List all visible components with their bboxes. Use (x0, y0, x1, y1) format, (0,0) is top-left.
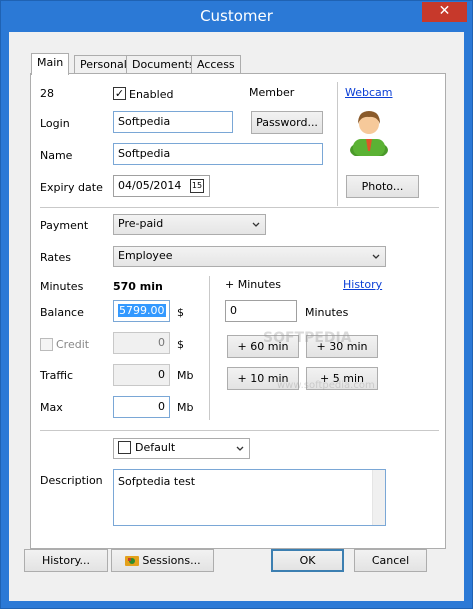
divider-2 (40, 430, 439, 431)
close-icon: ✕ (438, 3, 451, 19)
add-minutes-unit: Minutes (305, 306, 349, 319)
rates-select[interactable]: Employee (113, 246, 386, 267)
balance-label: Balance (40, 306, 84, 319)
add-minutes-label: + Minutes (225, 278, 282, 291)
balance-unit: $ (177, 306, 184, 319)
name-label: Name (40, 149, 73, 162)
tab-main-label: Main (37, 56, 64, 69)
default-value: Default (135, 441, 176, 454)
default-color-swatch (118, 440, 131, 454)
balance-field[interactable]: 5799.00 (113, 300, 170, 322)
minutes-divider (209, 276, 210, 420)
watermark-logo: SOFTPEDIA (263, 330, 352, 346)
tab-documents[interactable]: Documents (126, 55, 201, 74)
chevron-down-icon (372, 254, 380, 259)
dialog-client-area: Main Personal Documents Access 28 ✓ Enab… (9, 32, 464, 601)
photo-button[interactable]: Photo... (346, 175, 419, 198)
rates-label: Rates (40, 251, 71, 264)
calendar-icon[interactable]: 15 (190, 179, 204, 193)
avatar-divider (337, 82, 338, 206)
history-link[interactable]: History (343, 278, 382, 291)
chevron-down-icon (236, 446, 244, 451)
name-field[interactable]: Softpedia (113, 143, 323, 165)
customer-id: 28 (40, 87, 54, 100)
tab-panel-main: 28 ✓ Enabled Member Webcam Login Softped… (30, 73, 446, 549)
login-field[interactable]: Softpedia (113, 111, 233, 133)
tab-access[interactable]: Access (191, 55, 241, 74)
traffic-unit: Mb (177, 369, 194, 382)
history-button[interactable]: History... (24, 549, 108, 572)
credit-field: 0 (113, 332, 170, 354)
close-button[interactable]: ✕ (422, 2, 467, 22)
default-select[interactable]: Default (113, 438, 250, 459)
expiry-date-value: 04/05/2014 (118, 179, 182, 192)
balance-value: 5799.00 (118, 304, 166, 317)
add-minutes-field[interactable]: 0 (225, 300, 297, 322)
max-unit: Mb (177, 401, 194, 414)
member-label: Member (249, 86, 295, 99)
chevron-down-icon (252, 222, 260, 227)
credit-label: Credit (56, 338, 90, 351)
payment-value: Pre-paid (118, 217, 164, 230)
sessions-button[interactable]: Sessions... (111, 549, 214, 572)
cancel-button[interactable]: Cancel (354, 549, 427, 572)
payment-label: Payment (40, 219, 89, 232)
traffic-label: Traffic (40, 369, 74, 382)
tab-access-label: Access (197, 58, 235, 71)
sessions-icon (124, 553, 140, 569)
description-scrollbar[interactable] (372, 470, 385, 525)
user-avatar-icon (347, 106, 391, 159)
title-bar[interactable]: Customer (1, 1, 472, 32)
payment-select[interactable]: Pre-paid (113, 214, 266, 235)
minutes-label: Minutes (40, 280, 84, 293)
customer-window: Customer ✕ Main Personal Documents Acces… (0, 0, 473, 609)
webcam-link[interactable]: Webcam (345, 86, 393, 99)
description-label: Description (40, 474, 103, 487)
enabled-label: Enabled (129, 88, 174, 101)
login-label: Login (40, 117, 70, 130)
expiry-date-label: Expiry date (40, 181, 103, 194)
rates-value: Employee (118, 249, 173, 262)
sessions-label: Sessions... (142, 554, 201, 567)
watermark-url: www.softpedia.com (277, 380, 375, 391)
max-field[interactable]: 0 (113, 396, 170, 418)
description-field[interactable]: Sofptedia test (113, 469, 386, 526)
credit-checkbox[interactable] (40, 338, 53, 351)
tab-main[interactable]: Main (31, 53, 70, 75)
description-value: Sofptedia test (118, 475, 196, 488)
max-label: Max (40, 401, 63, 414)
ok-button[interactable]: OK (271, 549, 344, 572)
divider-1 (40, 207, 439, 208)
window-title: Customer (200, 7, 273, 25)
credit-unit: $ (177, 338, 184, 351)
tab-personal[interactable]: Personal (74, 55, 133, 74)
password-button[interactable]: Password... (251, 111, 323, 134)
tab-personal-label: Personal (80, 58, 127, 71)
enabled-checkbox[interactable]: ✓ (113, 87, 126, 100)
traffic-field: 0 (113, 364, 170, 386)
tab-documents-label: Documents (132, 58, 195, 71)
minutes-value: 570 min (113, 280, 163, 293)
